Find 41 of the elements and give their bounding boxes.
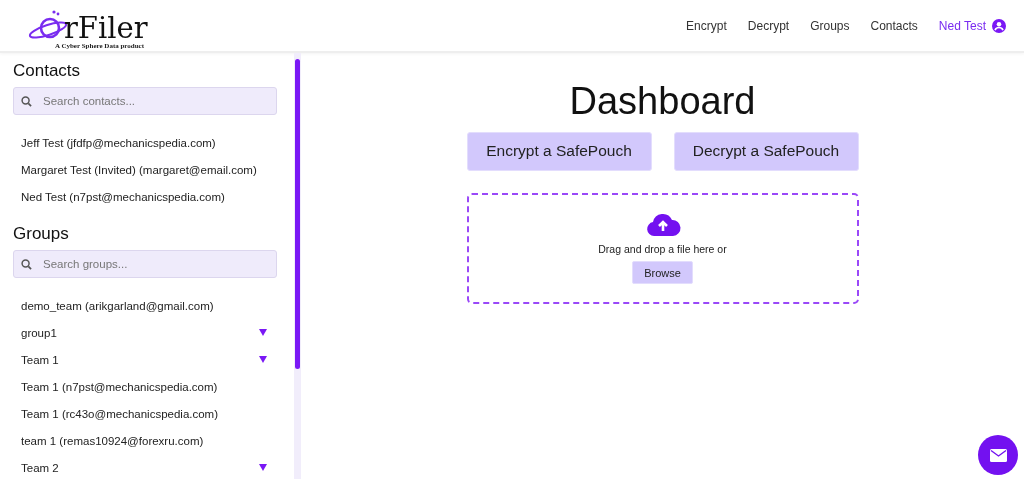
nav-link[interactable]: Groups — [810, 18, 850, 33]
group-label: demo_team (arikgarland@gmail.com) — [21, 299, 214, 312]
section-title: Groups — [13, 224, 70, 244]
action-button[interactable]: Decrypt a SafePouch — [673, 131, 859, 171]
group-item[interactable]: Team 1 (n7pst@mechanicspedia.com) — [13, 373, 277, 400]
contact-item[interactable]: Ned Test (n7pst@mechanicspedia.com) — [13, 183, 277, 210]
envelope-icon — [989, 448, 1007, 462]
nav-link[interactable]: Contacts — [870, 18, 918, 33]
logo-wordmark: rFiler — [64, 13, 148, 43]
user-avatar-icon — [992, 18, 1006, 33]
group-item[interactable]: demo_team (arikgarland@gmail.com) — [13, 292, 277, 319]
group-item[interactable]: Team 2 — [13, 454, 277, 479]
group-label: Team 1 (rc43o@mechanicspedia.com) — [21, 407, 219, 420]
group-item[interactable]: team 1 (remas10924@forexru.com) — [13, 427, 277, 454]
group-item[interactable]: Team 1 — [13, 346, 277, 373]
group-item[interactable]: group1 — [13, 319, 277, 346]
caret-icon — [259, 329, 267, 336]
group-label: team 1 (remas10924@forexru.com) — [21, 434, 204, 447]
page-title: Dashboard — [569, 81, 756, 123]
cloud-upload-icon — [644, 212, 681, 238]
user-menu-link[interactable]: Ned Test — [938, 18, 1006, 33]
file-drop-zone[interactable]: Drag and drop a file here or Browse — [466, 192, 859, 304]
search-field[interactable]: Search contacts... — [13, 87, 277, 115]
group-label: group1 — [21, 326, 57, 339]
browse-button[interactable]: Browse — [632, 261, 693, 285]
contact-item[interactable]: Margaret Test (Invited) (margaret@email.com) — [13, 156, 277, 183]
scrollbar-thumb[interactable] — [295, 59, 300, 369]
action-button[interactable]: Encrypt a SafePouch — [466, 131, 652, 171]
mail-button[interactable] — [978, 435, 1018, 475]
section-title: Contacts — [13, 61, 82, 81]
nav-link[interactable]: Decrypt — [747, 18, 790, 33]
caret-icon — [259, 356, 267, 363]
drop-hint: Drag and drop a file here or — [598, 243, 727, 256]
search-field[interactable]: Search groups... — [13, 250, 277, 278]
group-label: Team 1 (n7pst@mechanicspedia.com) — [21, 380, 218, 393]
contact-item[interactable]: Jeff Test (jfdfp@mechanicspedia.com) — [13, 129, 277, 156]
group-label: Team 1 — [21, 353, 59, 366]
group-item[interactable]: Team 1 (rc43o@mechanicspedia.com) — [13, 400, 277, 427]
nav-link[interactable]: Encrypt — [686, 18, 727, 33]
caret-icon — [259, 464, 267, 471]
group-label: Team 2 — [21, 461, 59, 474]
